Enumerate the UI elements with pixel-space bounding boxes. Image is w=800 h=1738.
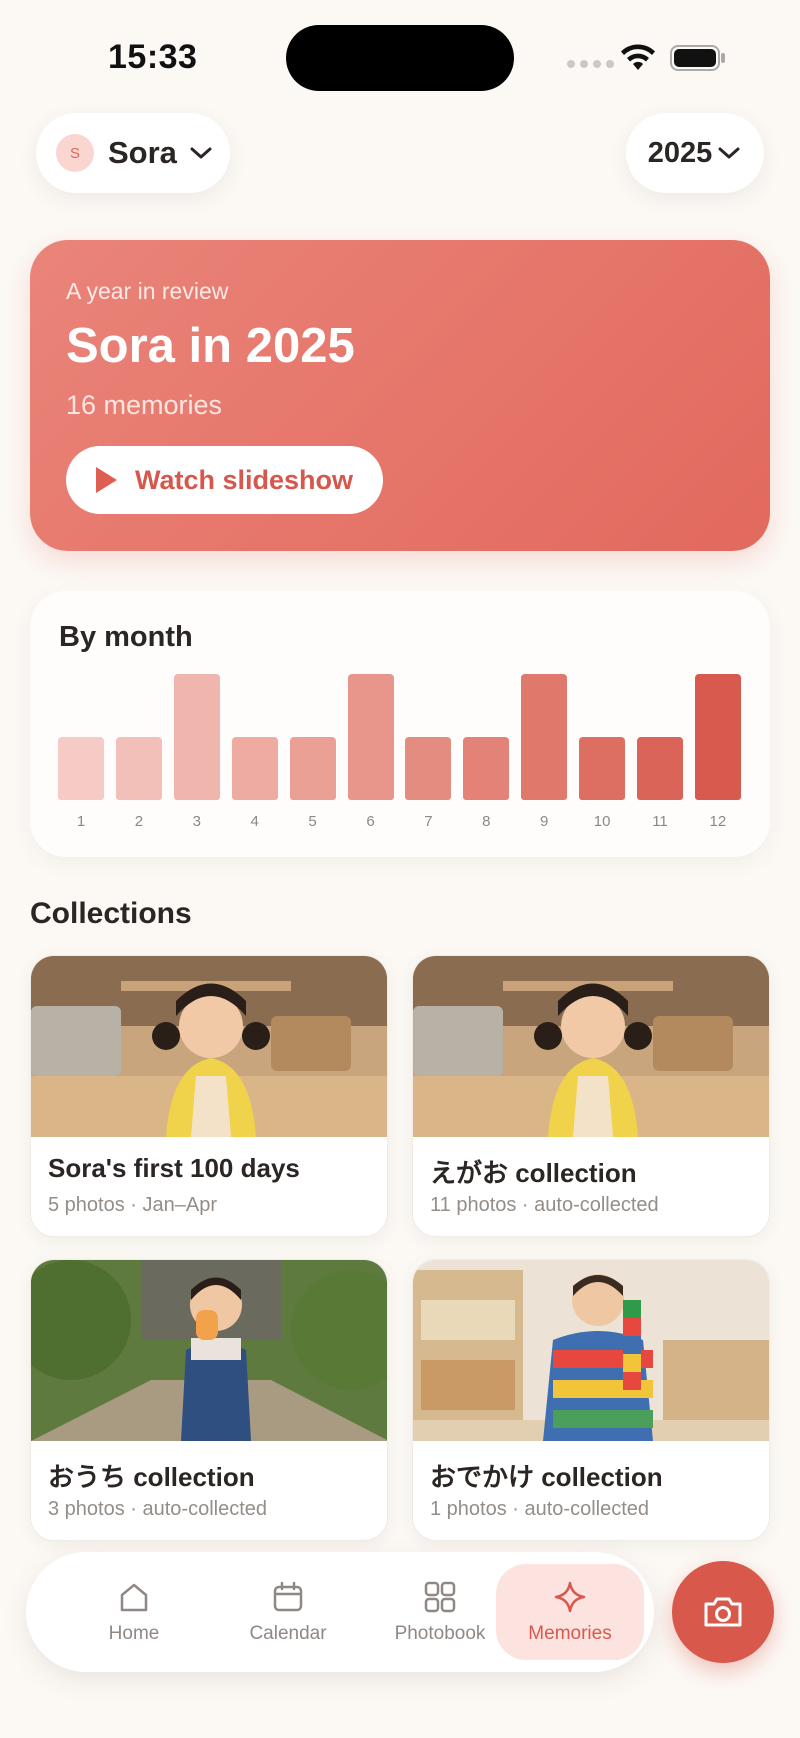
avatar: S	[56, 134, 94, 172]
by-month-card: By month 1 2 3 4 5 6 7 8 9 10 11 12	[30, 591, 770, 857]
memories-count: 16 memories	[66, 390, 223, 420]
tab-bar: Home Calendar Photobook Memories	[26, 1552, 654, 1672]
watch-slideshow-label: Watch slideshow	[135, 464, 354, 495]
month-bar[interactable]	[58, 737, 104, 800]
month-bar[interactable]	[347, 674, 394, 800]
month-bar[interactable]	[521, 674, 568, 800]
camera-button[interactable]	[672, 1561, 774, 1663]
tab-memories[interactable]: Memories	[496, 1564, 644, 1660]
month-tick-label: 1	[76, 813, 86, 830]
collection-subtitle: 5 photos · Jan–Apr	[48, 1194, 217, 1216]
month-tick-label: 7	[424, 813, 433, 830]
month-tick-label: 3	[192, 813, 201, 830]
collection-title: おでかけ collection	[430, 1462, 663, 1492]
collection-title: えがお collection	[430, 1158, 637, 1188]
dynamic-island	[286, 25, 514, 91]
hero-eyebrow: A year in review	[66, 278, 229, 304]
month-bar[interactable]	[405, 737, 452, 800]
month-bar[interactable]	[231, 737, 278, 800]
month-tick-label: 6	[366, 813, 375, 830]
collection-photo	[413, 956, 769, 1137]
month-tick-label: 11	[652, 813, 668, 830]
child-name: Sora	[108, 135, 177, 170]
month-tick-label: 4	[250, 813, 259, 830]
month-tick-label: 5	[308, 813, 317, 830]
month-bar[interactable]	[173, 674, 220, 800]
watch-slideshow-button[interactable]: Watch slideshow	[66, 446, 383, 514]
month-tick-label: 10	[593, 813, 611, 830]
collection-card[interactable]: えがお collection 11 photos · auto-collecte…	[412, 955, 770, 1237]
month-bar[interactable]	[694, 674, 741, 800]
year-review-card: A year in review Sora in 2025 16 memorie…	[30, 240, 770, 551]
year-selector[interactable]: 2025	[626, 113, 764, 193]
status-time: 15:33	[108, 38, 198, 76]
tab-label: Photobook	[394, 1623, 486, 1644]
wifi-icon	[621, 44, 655, 70]
collection-subtitle: 3 photos · auto-collected	[48, 1498, 268, 1520]
collection-subtitle: 1 photos · auto-collected	[430, 1498, 650, 1520]
chevron-down-icon	[190, 147, 212, 159]
grid-icon	[424, 1581, 456, 1613]
calendar-icon	[273, 1581, 303, 1612]
month-bar[interactable]	[115, 737, 162, 800]
play-icon	[96, 467, 117, 493]
month-bar[interactable]	[637, 737, 683, 800]
tab-home[interactable]: Home	[60, 1564, 208, 1660]
year-label: 2025	[647, 136, 713, 169]
month-tick-label: 8	[482, 813, 491, 830]
month-tick-label: 2	[134, 813, 144, 830]
collection-card[interactable]: Sora's first 100 days 5 photos · Jan–Apr	[30, 955, 388, 1237]
tab-label: Home	[108, 1623, 160, 1644]
collection-card[interactable]: おうち collection 3 photos · auto-collected	[30, 1259, 388, 1541]
collection-photo	[31, 956, 387, 1137]
tab-label: Memories	[528, 1623, 612, 1644]
month-bar[interactable]	[579, 737, 626, 800]
chevron-down-icon	[718, 147, 740, 159]
month-tick-label: 9	[540, 813, 549, 830]
home-icon	[120, 1583, 148, 1612]
status-bar: 15:33	[0, 0, 800, 110]
sparkle-icon	[554, 1581, 586, 1613]
tab-calendar[interactable]: Calendar	[214, 1564, 362, 1660]
collection-photo	[31, 1260, 387, 1441]
month-bar[interactable]	[463, 737, 510, 800]
collection-title: おうち collection	[48, 1462, 255, 1492]
collection-photo	[413, 1260, 769, 1441]
collection-subtitle: 11 photos · auto-collected	[430, 1194, 659, 1216]
collections-heading: Collections	[30, 897, 192, 930]
tab-photobook[interactable]: Photobook	[366, 1564, 514, 1660]
battery-icon	[670, 45, 725, 71]
camera-icon	[704, 1597, 742, 1627]
hero-title: Sora in 2025	[66, 319, 355, 373]
month-bar-chart: 1 2 3 4 5 6 7 8 9 10 11 12	[58, 591, 748, 857]
tab-label: Calendar	[249, 1623, 327, 1644]
cellular-signal-icon	[567, 60, 614, 68]
child-selector[interactable]: S Sora	[36, 113, 230, 193]
month-bar[interactable]	[289, 737, 336, 800]
month-tick-label: 12	[709, 813, 727, 830]
collection-card[interactable]: おでかけ collection 1 photos · auto-collecte…	[412, 1259, 770, 1541]
collection-title: Sora's first 100 days	[48, 1153, 300, 1183]
